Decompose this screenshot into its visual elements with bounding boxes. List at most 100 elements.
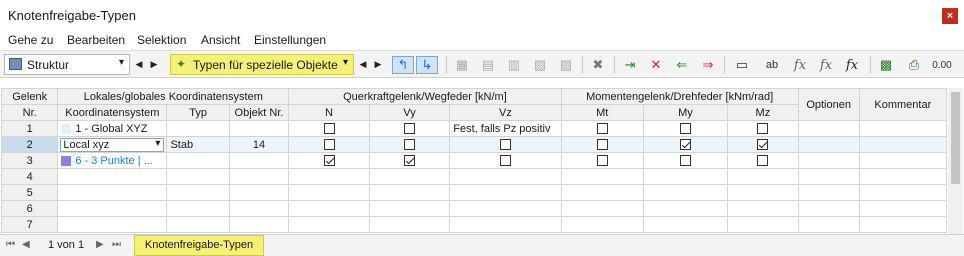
excel-export-icon[interactable]: ▩ xyxy=(876,56,896,74)
comment-cell[interactable] xyxy=(858,152,947,169)
close-button[interactable]: × xyxy=(942,8,958,24)
menu-gehe-zu[interactable]: Gehe zu xyxy=(8,33,53,47)
move-right-icon[interactable]: ⇒ xyxy=(698,56,718,74)
vz-checkbox[interactable] xyxy=(499,155,511,167)
row-number[interactable]: 2 xyxy=(1,136,59,153)
n-cell[interactable] xyxy=(288,136,370,153)
vy-checkbox[interactable] xyxy=(403,155,415,167)
last-page-icon[interactable]: ⏭ xyxy=(112,239,121,250)
vz-cell[interactable]: Fest, falls Pz positiv xyxy=(449,120,562,137)
move-left-icon[interactable]: ⇐ xyxy=(672,56,692,74)
mz-cell[interactable] xyxy=(727,120,799,137)
table-row[interactable]: 1 1 - Global XYZ Fest, falls Pz positiv xyxy=(1,120,947,137)
table-row[interactable]: 2 Local xyz ▾ Stab 14 xyxy=(1,136,947,153)
menu-bearbeiten[interactable]: Bearbeiten xyxy=(67,33,125,47)
prev-button[interactable]: ◀ xyxy=(132,55,146,74)
my-cell[interactable] xyxy=(642,136,729,153)
n-checkbox[interactable] xyxy=(323,123,335,135)
object-number-cell[interactable] xyxy=(228,152,290,169)
table-row[interactable]: 5 xyxy=(1,184,947,201)
function-remove-icon[interactable]: fx xyxy=(816,56,836,74)
table-row[interactable]: 3 6 - 3 Punkte | ... xyxy=(1,152,947,169)
row-number[interactable]: 5 xyxy=(1,184,59,201)
my-cell[interactable] xyxy=(642,120,729,137)
table-icon[interactable]: ▦ xyxy=(452,56,472,74)
my-checkbox[interactable] xyxy=(679,139,691,151)
type-cell[interactable]: Stab xyxy=(166,136,230,153)
prev-button[interactable]: ◀ xyxy=(356,55,370,74)
vy-checkbox[interactable] xyxy=(403,139,415,151)
my-cell[interactable] xyxy=(642,152,729,169)
row-number[interactable]: 1 xyxy=(1,120,59,137)
mz-checkbox[interactable] xyxy=(757,123,769,135)
mt-cell[interactable] xyxy=(560,152,644,169)
options-cell[interactable] xyxy=(797,120,860,137)
first-page-icon[interactable]: ⏮ xyxy=(6,239,15,250)
next-button[interactable]: ▶ xyxy=(147,55,161,74)
vz-cell[interactable] xyxy=(449,136,562,153)
object-number-cell[interactable]: 14 xyxy=(228,136,290,153)
remove-icon[interactable]: ✕ xyxy=(646,56,666,74)
coordinate-system-cell[interactable]: 1 - Global XYZ xyxy=(57,120,168,137)
next-page-icon[interactable]: ▶ xyxy=(96,239,104,250)
print-icon[interactable]: ⎙ xyxy=(904,56,924,74)
menu-selektion[interactable]: Selektion xyxy=(137,33,186,47)
insert-column-icon[interactable]: ▥ xyxy=(504,56,524,74)
coordinate-system-dropdown[interactable]: Local xyz ▾ xyxy=(57,136,168,153)
row-number[interactable]: 4 xyxy=(1,168,59,185)
prev-page-icon[interactable]: ◀ xyxy=(22,239,30,250)
decimal-places-icon[interactable]: 0.00 xyxy=(932,56,952,74)
vz-checkbox[interactable] xyxy=(499,139,511,151)
mz-checkbox[interactable] xyxy=(757,155,769,167)
my-checkbox[interactable] xyxy=(679,155,691,167)
vertical-scrollbar[interactable] xyxy=(948,88,963,234)
coordinate-system-link[interactable]: 6 - 3 Punkte | ... xyxy=(75,155,152,167)
mz-checkbox[interactable] xyxy=(757,139,769,151)
vz-cell[interactable] xyxy=(449,152,562,169)
delete-row-icon[interactable]: ▧ xyxy=(530,56,550,74)
vy-cell[interactable] xyxy=(368,136,451,153)
insert-row-icon[interactable]: ▤ xyxy=(478,56,498,74)
menu-ansicht[interactable]: Ansicht xyxy=(201,33,240,47)
coordinate-system-cell[interactable]: 6 - 3 Punkte | ... xyxy=(57,152,168,169)
row-number[interactable]: 7 xyxy=(1,216,59,233)
mt-checkbox[interactable] xyxy=(596,139,608,151)
mz-cell[interactable] xyxy=(727,152,799,169)
n-checkbox[interactable] xyxy=(323,155,335,167)
delete-icon[interactable]: ✖ xyxy=(588,56,608,74)
mz-cell[interactable] xyxy=(727,136,799,153)
vy-checkbox[interactable] xyxy=(403,123,415,135)
my-checkbox[interactable] xyxy=(679,123,691,135)
mt-cell[interactable] xyxy=(560,136,644,153)
row-number[interactable]: 3 xyxy=(1,152,59,169)
structure-combo[interactable]: Struktur ▾ xyxy=(4,54,130,75)
function-icon[interactable]: fx xyxy=(790,56,810,74)
import-icon[interactable]: ⇥ xyxy=(620,56,640,74)
row-number[interactable]: 6 xyxy=(1,200,59,217)
options-cell[interactable] xyxy=(797,152,860,169)
vy-cell[interactable] xyxy=(368,152,451,169)
tab-knotenfreigabe-typen[interactable]: Knotenfreigabe-Typen xyxy=(134,235,264,256)
table-row[interactable]: 7 xyxy=(1,216,947,233)
sync-selection-icon[interactable]: ↰ xyxy=(392,56,414,74)
mt-checkbox[interactable] xyxy=(596,123,608,135)
object-type-combo[interactable]: ✦ Typen für spezielle Objekte ▾ xyxy=(170,54,354,75)
table-row[interactable]: 4 xyxy=(1,168,947,185)
n-checkbox[interactable] xyxy=(323,139,335,151)
options-cell[interactable] xyxy=(797,136,860,153)
menu-einstellungen[interactable]: Einstellungen xyxy=(254,33,326,47)
type-cell[interactable] xyxy=(166,120,230,137)
comment-cell[interactable] xyxy=(858,120,947,137)
object-number-cell[interactable] xyxy=(228,120,290,137)
type-cell[interactable] xyxy=(166,152,230,169)
vy-cell[interactable] xyxy=(368,120,451,137)
table-row[interactable]: 6 xyxy=(1,200,947,217)
comment-cell[interactable] xyxy=(858,136,947,153)
window-icon[interactable]: ▭ xyxy=(732,56,752,74)
next-button[interactable]: ▶ xyxy=(371,55,385,74)
sync-view-icon[interactable]: ↳ xyxy=(416,56,438,74)
text-format-icon[interactable]: ab xyxy=(762,56,782,74)
function-edit-icon[interactable]: fx xyxy=(842,56,862,74)
mt-cell[interactable] xyxy=(560,120,644,137)
n-cell[interactable] xyxy=(288,120,370,137)
